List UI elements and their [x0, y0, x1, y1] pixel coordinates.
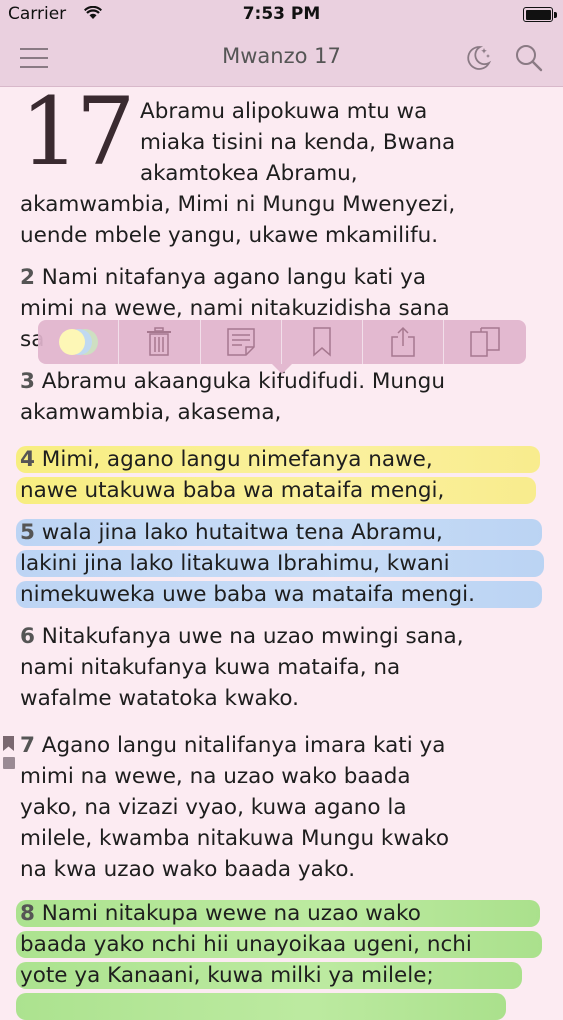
verse-line[interactable]: akamwambia, akasema,	[20, 397, 281, 428]
status-time: 7:53 PM	[242, 4, 321, 24]
verse-line[interactable]: yote ya Kanaani, kuwa milki ya milele;	[20, 960, 434, 991]
verse-line[interactable]: miaka tisini na kenda, Bwana	[140, 127, 455, 158]
verse-line[interactable]: 2 Nami nitafanya agano langu kati ya	[20, 262, 426, 293]
verse-line[interactable]: akamtokea Abramu,	[140, 158, 358, 189]
copy-button[interactable]	[444, 320, 525, 364]
verse-text: yako, na vizazi vyao, kuwa agano la	[20, 795, 407, 820]
verse-line[interactable]: 6 Nitakufanya uwe na uzao mwingi sana,	[20, 621, 464, 652]
verse-number: 6	[20, 624, 35, 649]
verse-line[interactable]: wafalme watatoka kwako.	[20, 683, 299, 714]
verse-line[interactable]: 8 Nami nitakupa wewe na uzao wako	[20, 898, 421, 929]
verse-text: Agano langu nitalifanya imara kati ya	[34, 733, 446, 758]
verse-number: 5	[20, 520, 35, 545]
highlight-green	[16, 993, 506, 1020]
verse-line[interactable]: 7 Agano langu nitalifanya imara kati ya	[20, 730, 445, 761]
copy-icon	[470, 327, 500, 357]
bookmark-icon	[313, 327, 331, 357]
verse-line[interactable]: akamwambia, Mimi ni Mungu Mwenyezi,	[20, 189, 455, 220]
verse-text: wafalme watatoka kwako.	[20, 686, 300, 711]
note-icon	[226, 328, 255, 356]
battery-nub	[554, 12, 557, 18]
verse-text: mimi na wewe, nami nitakuzidisha sana	[20, 296, 450, 321]
verse-text: wala jina lako hutaitwa tena Abramu,	[34, 520, 443, 545]
verse-text: milele, kwamba nitakuwa Mungu kwako	[20, 826, 449, 851]
verse-text: mimi na wewe, na uzao wako baada	[20, 764, 411, 789]
verse-line[interactable]: nawe utakuwa baba wa mataifa mengi,	[20, 475, 444, 506]
verse-text: Mimi, agano langu nimefanya nawe,	[34, 447, 433, 472]
verse-text: nami nitakufanya kuwa mataifa, na	[20, 655, 401, 680]
verse-text: akamwambia, Mimi ni Mungu Mwenyezi,	[20, 192, 456, 217]
verse-line[interactable]: nami nitakufanya kuwa mataifa, na	[20, 652, 400, 683]
battery-icon	[523, 7, 553, 22]
verse-line[interactable]: Abramu alipokuwa mtu wa	[140, 96, 427, 127]
status-bar: Carrier 7:53 PM	[0, 0, 563, 30]
verse-line[interactable]: milele, kwamba nitakuwa Mungu kwako	[20, 823, 449, 854]
verse-text: uende mbele yangu, ukawe mkamilifu.	[20, 223, 439, 248]
verse-text: nimekuweka uwe baba wa mataifa mengi.	[20, 582, 475, 607]
verse-text: baada yako nchi hii unayoikaa ugeni, nch…	[20, 932, 472, 957]
chapter-number: 17	[20, 78, 136, 187]
chapter-content: 17 Abramu alipokuwa mtu wa miaka tisini n…	[0, 78, 563, 1020]
verse-text: Nitakufanya uwe na uzao mwingi sana,	[34, 624, 464, 649]
verse-line[interactable]: yako, na vizazi vyao, kuwa agano la	[20, 792, 407, 823]
delete-button[interactable]	[119, 320, 201, 364]
verse-line[interactable]: 5 wala jina lako hutaitwa tena Abramu,	[20, 517, 443, 548]
bookmark-button[interactable]	[282, 320, 364, 364]
verse-line[interactable]: 3 Abramu akaanguka kifudifudi. Mungu	[20, 366, 445, 397]
verse-text: nawe utakuwa baba wa mataifa mengi,	[20, 478, 445, 503]
verse-number: 7	[20, 733, 35, 758]
verse-text: yote ya Kanaani, kuwa milki ya milele;	[20, 963, 434, 988]
color-picker-button[interactable]	[38, 320, 120, 364]
verse-line[interactable]: lakini jina lako litakuwa Ibrahimu, kwan…	[20, 548, 450, 579]
verse-text: akamtokea Abramu,	[140, 161, 358, 186]
verse-text: akamwambia, akasema,	[20, 400, 282, 425]
verse-number: 3	[20, 369, 35, 394]
verse-action-toolbar	[38, 320, 526, 364]
note-marker-icon[interactable]	[3, 757, 15, 769]
verse-line[interactable]: mimi na wewe, na uzao wako baada	[20, 761, 411, 792]
verse-text: lakini jina lako litakuwa Ibrahimu, kwan…	[20, 551, 450, 576]
search-icon[interactable]	[513, 42, 545, 74]
verse-text: Abramu alipokuwa mtu wa	[140, 99, 428, 124]
trash-icon	[147, 327, 172, 356]
share-icon	[391, 326, 416, 357]
verse-number: 2	[20, 265, 35, 290]
verse-text: Nami nitafanya agano langu kati ya	[34, 265, 426, 290]
verse-text: Abramu akaanguka kifudifudi. Mungu	[34, 369, 445, 394]
verse-line[interactable]: nimekuweka uwe baba wa mataifa mengi.	[20, 579, 475, 610]
verse-number: 4	[20, 447, 35, 472]
verse-line[interactable]: uende mbele yangu, ukawe mkamilifu.	[20, 220, 438, 251]
verse-line[interactable]: na kwa uzao wako baada yako.	[20, 854, 355, 885]
verse-text: Nami nitakupa wewe na uzao wako	[34, 901, 421, 926]
verse-text: na kwa uzao wako baada yako.	[20, 857, 356, 882]
verse-line[interactable]: baada yako nchi hii unayoikaa ugeni, nch…	[20, 929, 472, 960]
verse-text: miaka tisini na kenda, Bwana	[140, 130, 456, 155]
toolbar-pointer	[272, 364, 292, 374]
night-mode-icon[interactable]	[462, 42, 494, 74]
note-button[interactable]	[201, 320, 282, 364]
color-circles-icon	[59, 329, 99, 355]
verse-number: 8	[20, 901, 35, 926]
share-button[interactable]	[363, 320, 445, 364]
verse-line[interactable]: 4 Mimi, agano langu nimefanya nawe,	[20, 444, 433, 475]
